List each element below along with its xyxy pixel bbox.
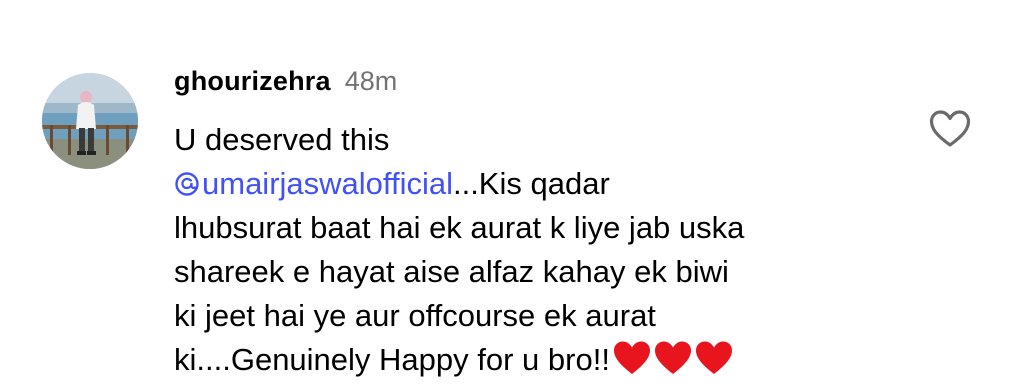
avatar-photo	[42, 73, 138, 169]
username[interactable]: ghourizehra	[174, 66, 331, 97]
comment-text: U deserved this umairjaswalofficial...Ki…	[174, 118, 884, 388]
comment-line-text: ki....Genuinely Happy for u bro!!	[174, 342, 610, 377]
comment: ghourizehra 48m U deserved this umairjas…	[0, 0, 1024, 385]
comment-line: ki jeet hai ye aur offcourse ek aurat	[174, 298, 656, 333]
red-heart-emoji-icon	[695, 341, 732, 374]
mention-link[interactable]: umairjaswalofficial	[174, 166, 453, 201]
comment-line: lhubsurat baat hai ek aurat k liye jab u…	[174, 210, 745, 245]
comment-line-with-mention: umairjaswalofficial...Kis qadar	[174, 162, 884, 206]
mention-handle[interactable]: umairjaswalofficial	[202, 166, 453, 201]
heart-outline-icon	[929, 110, 971, 147]
comment-line: U deserved this	[174, 122, 390, 157]
like-button[interactable]	[928, 108, 972, 150]
comment-line-last: ki....Genuinely Happy for u bro!!	[174, 338, 884, 388]
red-heart-emoji-icon	[613, 341, 650, 374]
comment-line: shareek e hayat aise alfaz kahay ek biwi	[174, 254, 729, 289]
avatar[interactable]	[42, 73, 138, 169]
red-heart-emoji-icon	[654, 341, 691, 374]
comment-line-rest: ...Kis qadar	[452, 166, 610, 201]
timestamp: 48m	[344, 66, 398, 96]
comment-header: ghourizehra 48m	[174, 66, 397, 106]
heart-emojis	[613, 340, 736, 388]
threads-at-icon	[175, 172, 199, 196]
